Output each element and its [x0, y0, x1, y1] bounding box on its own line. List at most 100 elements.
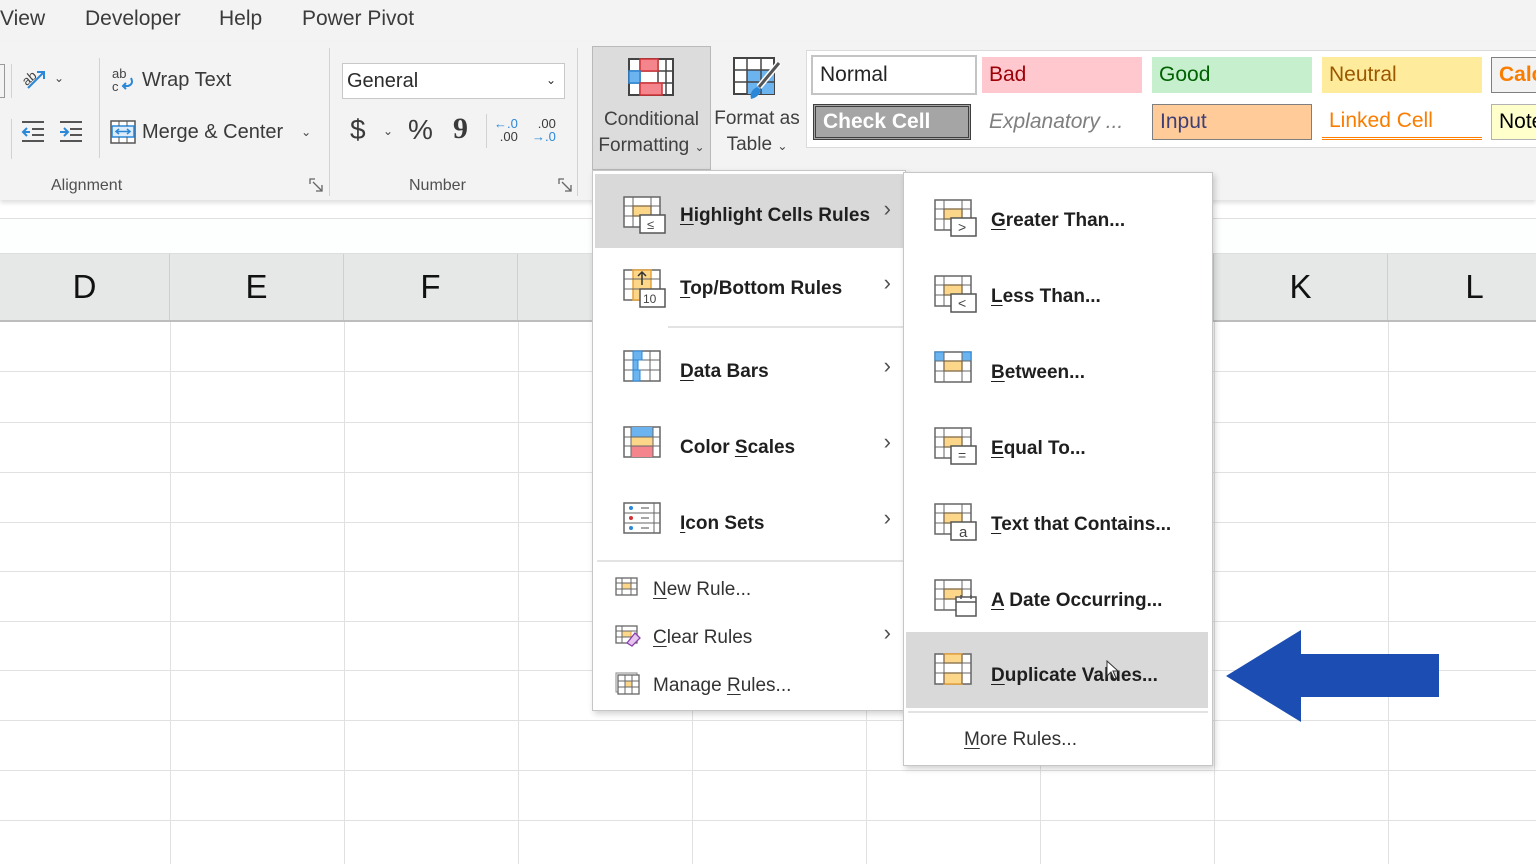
format-as-table-label-2: Table ⌄	[713, 132, 801, 159]
style-linked-cell[interactable]: Linked Cell	[1322, 104, 1482, 140]
increase-decimal-icon-bottom: .00	[499, 129, 518, 144]
submenu-item-label: Text that Contains...	[991, 514, 1172, 535]
conditional-formatting-label-2-text: Formatting	[598, 135, 690, 156]
menu-item-label: Color Scales	[680, 437, 796, 458]
tab-view[interactable]: View	[0, 7, 45, 31]
svg-text:>: >	[958, 219, 966, 235]
conditional-formatting-menu: ≤ Highlight Cells Rules › 10 Top/Bottom …	[592, 170, 906, 711]
increase-decimal-button[interactable]: ←.0 .00	[494, 117, 518, 143]
increase-indent-icon	[60, 121, 82, 142]
highlight-cells-rules-icon: ≤	[623, 196, 666, 234]
submenu-item-less-than[interactable]: < Less Than...	[906, 255, 1210, 329]
icon-sets-icon	[623, 502, 661, 534]
submenu-item-greater-than[interactable]: > Greater Than...	[906, 179, 1210, 253]
clear-rules-icon	[615, 625, 641, 647]
currency-dropdown-icon[interactable]: ⌄	[383, 124, 393, 138]
style-good[interactable]: Good	[1152, 57, 1312, 93]
menu-item-label: New Rule...	[653, 579, 752, 600]
number-format-value: General	[347, 69, 419, 92]
chevron-right-icon: ›	[883, 353, 891, 378]
submenu-item-label: Equal To...	[991, 438, 1086, 459]
chevron-down-icon: ⌄	[694, 140, 705, 154]
submenu-item-label: Between...	[991, 362, 1085, 383]
column-header-f[interactable]: F	[344, 254, 518, 320]
conditional-formatting-icon	[628, 58, 674, 96]
submenu-item-date-occurring[interactable]: A Date Occurring...	[906, 559, 1210, 633]
conditional-formatting-button[interactable]: Conditional Formatting ⌄	[592, 46, 711, 170]
style-note[interactable]: Note	[1491, 104, 1536, 140]
number-format-select[interactable]: General ⌄	[342, 63, 565, 99]
merge-center-button[interactable]: Merge & Center ⌄	[110, 120, 311, 144]
equal-to-icon: =	[934, 427, 977, 465]
decrease-decimal-button[interactable]: .00 →.0	[532, 117, 556, 143]
menu-item-data-bars[interactable]: Data Bars ›	[595, 331, 903, 405]
number-group-label: Number	[409, 177, 466, 194]
number-dialog-launcher-icon[interactable]	[558, 178, 574, 194]
svg-text:≤: ≤	[647, 217, 654, 232]
column-header-d[interactable]: D	[0, 254, 170, 320]
chevron-down-icon: ⌄	[777, 139, 788, 153]
menu-item-manage-rules[interactable]: Manage Rules...	[595, 662, 903, 708]
style-neutral-label: Neutral	[1329, 63, 1397, 86]
comma-style-button[interactable]: 9	[453, 112, 468, 146]
style-check-cell-label: Check Cell	[823, 110, 931, 133]
column-gridline	[518, 322, 519, 864]
orientation-icon: ab	[20, 68, 45, 89]
column-gridline	[170, 322, 171, 864]
menu-separator	[908, 711, 1208, 713]
tab-power-pivot[interactable]: Power Pivot	[302, 7, 414, 31]
percent-button[interactable]: %	[408, 114, 433, 146]
submenu-item-duplicate-values[interactable]: Duplicate Values...	[906, 632, 1208, 708]
column-header-e[interactable]: E	[170, 254, 344, 320]
format-as-table-button[interactable]: Format as Table ⌄	[713, 46, 801, 170]
row-gridline	[0, 770, 1536, 771]
conditional-formatting-label-2: Formatting ⌄	[593, 133, 710, 160]
style-explanatory-label: Explanatory ...	[989, 110, 1124, 133]
column-header-k[interactable]: K	[1214, 254, 1388, 320]
column-gridline	[1214, 322, 1215, 864]
comma-style-icon: 9	[453, 112, 468, 145]
divider	[11, 64, 12, 98]
menu-item-top-bottom-rules[interactable]: 10 Top/Bottom Rules ›	[595, 250, 903, 324]
column-gridline	[344, 322, 345, 864]
merge-center-dropdown-icon[interactable]: ⌄	[301, 125, 311, 139]
tab-help[interactable]: Help	[219, 7, 262, 31]
menu-item-color-scales[interactable]: Color Scales ›	[595, 407, 903, 481]
percent-icon: %	[408, 114, 433, 145]
style-explanatory[interactable]: Explanatory ...	[982, 104, 1142, 140]
format-as-table-icon	[733, 57, 782, 99]
style-check-cell[interactable]: Check Cell	[813, 104, 971, 140]
less-than-icon: <	[934, 275, 977, 313]
partial-control[interactable]	[0, 64, 5, 98]
style-normal[interactable]: Normal	[811, 55, 977, 95]
group-divider	[329, 48, 330, 196]
menu-item-new-rule[interactable]: New Rule...	[595, 566, 903, 612]
menu-item-icon-sets[interactable]: Icon Sets ›	[595, 483, 903, 557]
text-contains-icon: a	[934, 503, 977, 541]
menu-item-label: Data Bars	[680, 361, 769, 382]
style-input[interactable]: Input	[1152, 104, 1312, 140]
alignment-dialog-launcher-icon[interactable]	[309, 178, 325, 194]
column-header-l[interactable]: L	[1388, 254, 1536, 320]
cell-styles-gallery: Normal Bad Good Neutral Calc Check Cell …	[806, 50, 1536, 148]
conditional-formatting-label-1: Conditional	[603, 109, 700, 130]
style-neutral[interactable]: Neutral	[1322, 57, 1482, 93]
menu-item-clear-rules[interactable]: Clear Rules ›	[595, 614, 903, 660]
svg-text:=: =	[958, 447, 966, 463]
chevron-right-icon: ›	[883, 270, 891, 295]
decrease-indent-button[interactable]	[20, 120, 46, 142]
submenu-item-text-contains[interactable]: a Text that Contains...	[906, 483, 1210, 557]
style-calculation[interactable]: Calc	[1491, 57, 1536, 93]
tab-developer[interactable]: Developer	[85, 7, 181, 31]
submenu-item-more-rules[interactable]: More Rules...	[906, 717, 1210, 761]
style-bad[interactable]: Bad	[982, 57, 1142, 93]
date-occurring-icon	[934, 579, 977, 617]
menu-item-label: Icon Sets	[680, 513, 765, 534]
submenu-item-between[interactable]: Between...	[906, 331, 1210, 405]
increase-indent-button[interactable]	[58, 120, 84, 142]
orientation-button[interactable]: ab ⌄	[20, 64, 64, 92]
currency-button[interactable]: $	[350, 114, 366, 146]
menu-item-highlight-cells-rules[interactable]: ≤ Highlight Cells Rules ›	[595, 174, 903, 248]
wrap-text-button[interactable]: ab c Wrap Text	[112, 66, 231, 94]
submenu-item-equal-to[interactable]: = Equal To...	[906, 407, 1210, 481]
